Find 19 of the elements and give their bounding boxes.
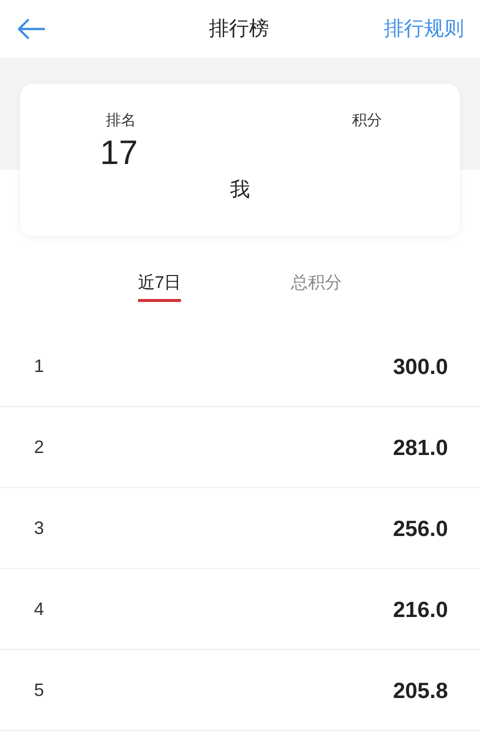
page-title: 排行榜 [209, 17, 269, 42]
score-value: 216.0 [392, 596, 448, 624]
rank-number: 3 [34, 516, 44, 540]
rank-number: 5 [34, 678, 44, 702]
score-label: 积分 [352, 111, 382, 131]
user-name: 我 [230, 178, 250, 202]
score-value: 205.8 [392, 676, 448, 704]
rank-number: 4 [34, 598, 44, 620]
period-tab[interactable]: 近7日 [138, 266, 182, 302]
score-value: 300.0 [392, 352, 448, 380]
score-value: 256.0 [392, 514, 448, 542]
rank-number: 1 [34, 354, 44, 378]
score-value: 281.0 [392, 434, 448, 462]
period-tab[interactable]: 总积分 [291, 266, 342, 302]
back-icon[interactable] [16, 17, 46, 41]
rank-label: 排名 [106, 111, 137, 131]
rank-value: 17 [100, 132, 138, 172]
rank-number: 2 [34, 436, 44, 458]
rules-link[interactable]: 排行规则 [384, 14, 464, 44]
